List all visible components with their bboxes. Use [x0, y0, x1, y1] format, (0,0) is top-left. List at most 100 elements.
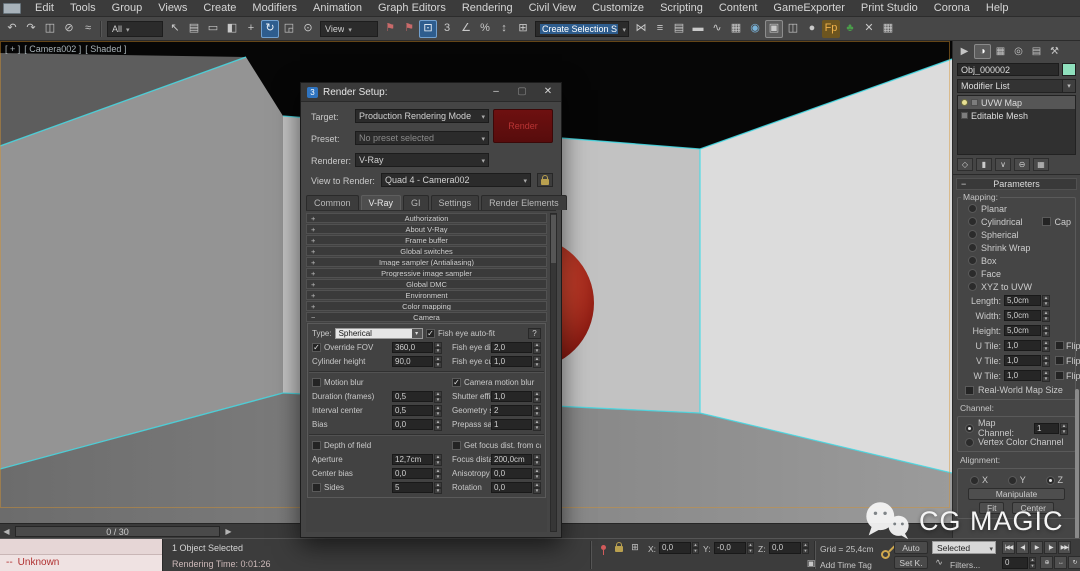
close-icon[interactable]: [535, 83, 561, 101]
radio-icon[interactable]: [968, 256, 977, 265]
viewport-menu-pov[interactable]: [ Camera002 ]: [24, 44, 81, 54]
menu-item[interactable]: Tools: [62, 0, 104, 16]
forest-pack-icon[interactable]: ♣: [841, 20, 859, 38]
rollout-header[interactable]: About V-Ray: [306, 224, 547, 234]
get-focus-dist-checkbox[interactable]: [452, 441, 461, 450]
next-frame-button[interactable]: |▶: [1044, 541, 1057, 554]
duration-field[interactable]: 0,5: [392, 391, 442, 403]
select-and-move-icon[interactable]: +: [242, 20, 260, 38]
configure-modifier-sets-icon[interactable]: ▦: [1033, 158, 1049, 171]
select-and-rotate-icon[interactable]: ↻: [261, 19, 279, 38]
width-field[interactable]: 5,0cm: [1004, 310, 1050, 322]
percent-snap-icon[interactable]: %: [476, 20, 494, 38]
map-channel-radio[interactable]: Map Channel: 1: [960, 418, 1073, 438]
target-dropdown[interactable]: Production Rendering Mode: [355, 109, 489, 123]
radio-planar[interactable]: Planar: [960, 202, 1073, 215]
select-and-scale-icon[interactable]: ◲: [280, 20, 298, 38]
set-key-button[interactable]: Set K.: [894, 556, 928, 569]
listener-line-2[interactable]: -- Unknown: [0, 555, 162, 571]
orbit-icon[interactable]: ↻: [1068, 556, 1080, 569]
interval-center-field[interactable]: 0,5: [392, 405, 442, 417]
time-slider-next-icon[interactable]: ▶: [222, 527, 235, 536]
menu-item[interactable]: Animation: [305, 0, 370, 16]
key-filters-button[interactable]: Filters...: [950, 560, 980, 570]
real-world-map-size-checkbox[interactable]: Real-World Map Size: [960, 383, 1073, 397]
align-z-radio[interactable]: Z: [1045, 475, 1063, 485]
camera-rollout-header[interactable]: Camera: [306, 312, 547, 322]
fish-eye-auto-fit-checkbox[interactable]: [426, 329, 435, 338]
undo-icon[interactable]: ↶: [3, 20, 21, 38]
focus-distance-field[interactable]: 200,0cm: [491, 454, 541, 466]
prepass-samples-field[interactable]: 1: [491, 419, 541, 431]
cap-checkbox[interactable]: Cap: [1042, 217, 1073, 227]
u-tile-field[interactable]: 1,0: [1004, 340, 1050, 352]
viewport-menu-shading[interactable]: [ Shaded ]: [85, 44, 126, 54]
radio-icon[interactable]: [1045, 475, 1055, 485]
previous-frame-button[interactable]: ◀|: [1016, 541, 1029, 554]
length-field[interactable]: 5,0cm: [1004, 295, 1050, 307]
radio-icon[interactable]: [968, 230, 977, 239]
remove-modifier-icon[interactable]: ⊖: [1014, 158, 1030, 171]
fish-eye-dist-field[interactable]: 2,0: [491, 342, 541, 354]
pan-icon[interactable]: ↔: [1054, 556, 1067, 569]
vertex-color-channel-radio[interactable]: Vertex Color Channel: [960, 435, 1073, 449]
maximize-icon[interactable]: [509, 83, 535, 101]
render-production-icon[interactable]: ●: [803, 20, 821, 38]
go-to-end-button[interactable]: ▶▶|: [1058, 541, 1071, 554]
rectangular-selection-icon[interactable]: ▭: [204, 20, 222, 38]
panel-scrollbar[interactable]: [1075, 389, 1079, 538]
stack-item-editable-mesh[interactable]: Editable Mesh: [958, 109, 1075, 122]
grid-plugin-icon[interactable]: ▦: [879, 20, 897, 38]
align-x-radio[interactable]: X: [970, 475, 988, 485]
keyboard-override-icon[interactable]: ⊞: [514, 20, 532, 38]
renderer-dropdown[interactable]: V-Ray: [355, 153, 489, 167]
override-fov-checkbox[interactable]: [312, 343, 321, 352]
radio-icon[interactable]: [965, 437, 974, 447]
radio-icon[interactable]: [968, 243, 977, 252]
v-tile-field[interactable]: 1,0: [1004, 355, 1050, 367]
tab-create[interactable]: ▶: [956, 44, 973, 59]
curve-editor-icon[interactable]: ∿: [708, 20, 726, 38]
view-to-render-dropdown[interactable]: Quad 4 - Camera002: [381, 173, 531, 187]
viewport-menu-general[interactable]: [ + ]: [5, 44, 20, 54]
snaps-toggle-icon[interactable]: ⊡: [419, 19, 437, 38]
spinner-snap-icon[interactable]: ↕: [495, 20, 513, 38]
time-slider-prev-icon[interactable]: ◀: [0, 527, 13, 536]
rollout-header[interactable]: Global switches: [306, 246, 547, 256]
menu-item[interactable]: Corona: [926, 0, 978, 16]
layer-manager-icon[interactable]: ▤: [670, 20, 688, 38]
menu-item[interactable]: Customize: [584, 0, 652, 16]
radio-box[interactable]: Box: [960, 254, 1073, 267]
menu-item[interactable]: Civil View: [521, 0, 584, 16]
dialog-title-bar[interactable]: 3 Render Setup:: [301, 83, 561, 102]
tab-motion[interactable]: ◎: [1010, 44, 1027, 59]
checkbox-icon[interactable]: [1055, 341, 1064, 350]
make-unique-icon[interactable]: ∨: [995, 158, 1011, 171]
named-selection-combo[interactable]: Create Selection S: [535, 20, 629, 37]
sides-checkbox[interactable]: [312, 483, 321, 492]
menu-item[interactable]: Group: [104, 0, 151, 16]
tab-render-elements[interactable]: Render Elements: [481, 195, 567, 210]
key-filters-wave-icon[interactable]: ∿: [932, 556, 946, 569]
rollout-header[interactable]: Global DMC: [306, 279, 547, 289]
rollout-header[interactable]: Frame buffer: [306, 235, 547, 245]
menu-item[interactable]: Views: [150, 0, 195, 16]
add-time-tag[interactable]: Add Time Tag: [820, 560, 872, 570]
use-pivot-center-icon[interactable]: ⊙: [299, 20, 317, 38]
listener-line-1[interactable]: [0, 539, 162, 555]
radio-icon[interactable]: [965, 423, 974, 433]
selection-lock-icon[interactable]: [612, 541, 626, 554]
schematic-view-icon[interactable]: ▦: [727, 20, 745, 38]
align-y-radio[interactable]: Y: [1007, 475, 1026, 485]
bind-to-space-warp-icon[interactable]: ≈: [79, 20, 97, 38]
depth-of-field-checkbox[interactable]: [312, 441, 321, 450]
menu-item[interactable]: Print Studio: [853, 0, 926, 16]
bookmark-flag-icon[interactable]: ⚑: [400, 20, 418, 38]
tab-hierarchy[interactable]: ▦: [992, 44, 1009, 59]
minimize-icon[interactable]: [483, 83, 509, 101]
height-field[interactable]: 5,0cm: [1004, 325, 1050, 337]
u-flip-checkbox[interactable]: Flip: [1055, 341, 1080, 351]
max-logo-icon[interactable]: [3, 2, 21, 14]
material-editor-icon[interactable]: ◉: [746, 20, 764, 38]
mirror-flag-icon[interactable]: ⚑: [381, 20, 399, 38]
